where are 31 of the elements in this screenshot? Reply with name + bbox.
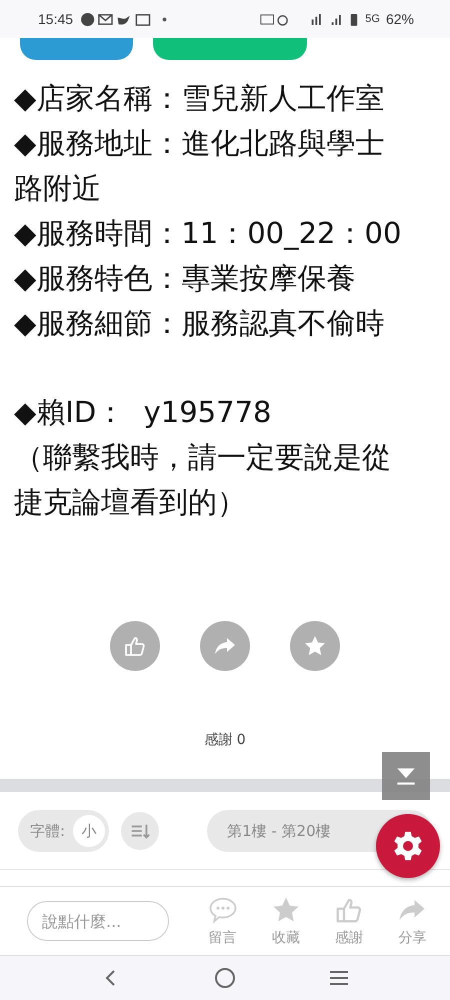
settings-button[interactable] bbox=[376, 814, 440, 878]
sort-button[interactable] bbox=[121, 812, 160, 850]
toolbar-action[interactable]: 感謝 bbox=[320, 895, 379, 947]
font-size-option[interactable]: 小 bbox=[73, 815, 106, 847]
post-text-line: ◆服務特色：專業按摩保養 bbox=[14, 260, 356, 297]
post-text-line: （聯繫我時，請一定要說是從捷克論壇看到的） bbox=[14, 439, 392, 521]
favorite-button[interactable] bbox=[290, 621, 340, 671]
pill-button[interactable] bbox=[153, 38, 307, 60]
comment-input-field[interactable]: 說點什麼... bbox=[27, 901, 169, 941]
status-time: 15:45 bbox=[38, 11, 74, 27]
speech-bubble-icon bbox=[206, 895, 239, 925]
network-label: 5G bbox=[365, 13, 380, 25]
pill-button[interactable] bbox=[20, 38, 133, 60]
like-button[interactable] bbox=[110, 621, 160, 671]
post-text-line: ◆賴ID： y195778 bbox=[14, 394, 272, 431]
share-button[interactable] bbox=[200, 621, 250, 671]
font-size-control[interactable]: 字體: 小 bbox=[18, 810, 110, 852]
font-size-label: 字體: bbox=[30, 822, 66, 840]
scroll-to-bottom-button[interactable] bbox=[382, 752, 430, 800]
thumbs-up-icon bbox=[123, 634, 147, 658]
toolbar-action[interactable]: 留言 bbox=[193, 895, 252, 947]
toolbar-action[interactable]: 收藏 bbox=[256, 895, 316, 947]
star-icon bbox=[303, 634, 327, 658]
post-text-line: ◆服務地址：進化北路與學士路附近 bbox=[14, 125, 386, 207]
battery-percent: 62% bbox=[386, 11, 414, 27]
post-text-line: ◆服務時間：11：00_22：00 bbox=[14, 215, 402, 252]
thanks-count: 感謝 0 bbox=[204, 731, 246, 749]
post-text-line: ◆服務細節：服務認真不偷時 bbox=[14, 305, 386, 342]
post-text-line: ◆店家名稱：雪兒新人工作室 bbox=[14, 80, 386, 117]
toolbar-action[interactable]: 分享 bbox=[382, 895, 442, 947]
home-icon[interactable] bbox=[213, 966, 237, 990]
